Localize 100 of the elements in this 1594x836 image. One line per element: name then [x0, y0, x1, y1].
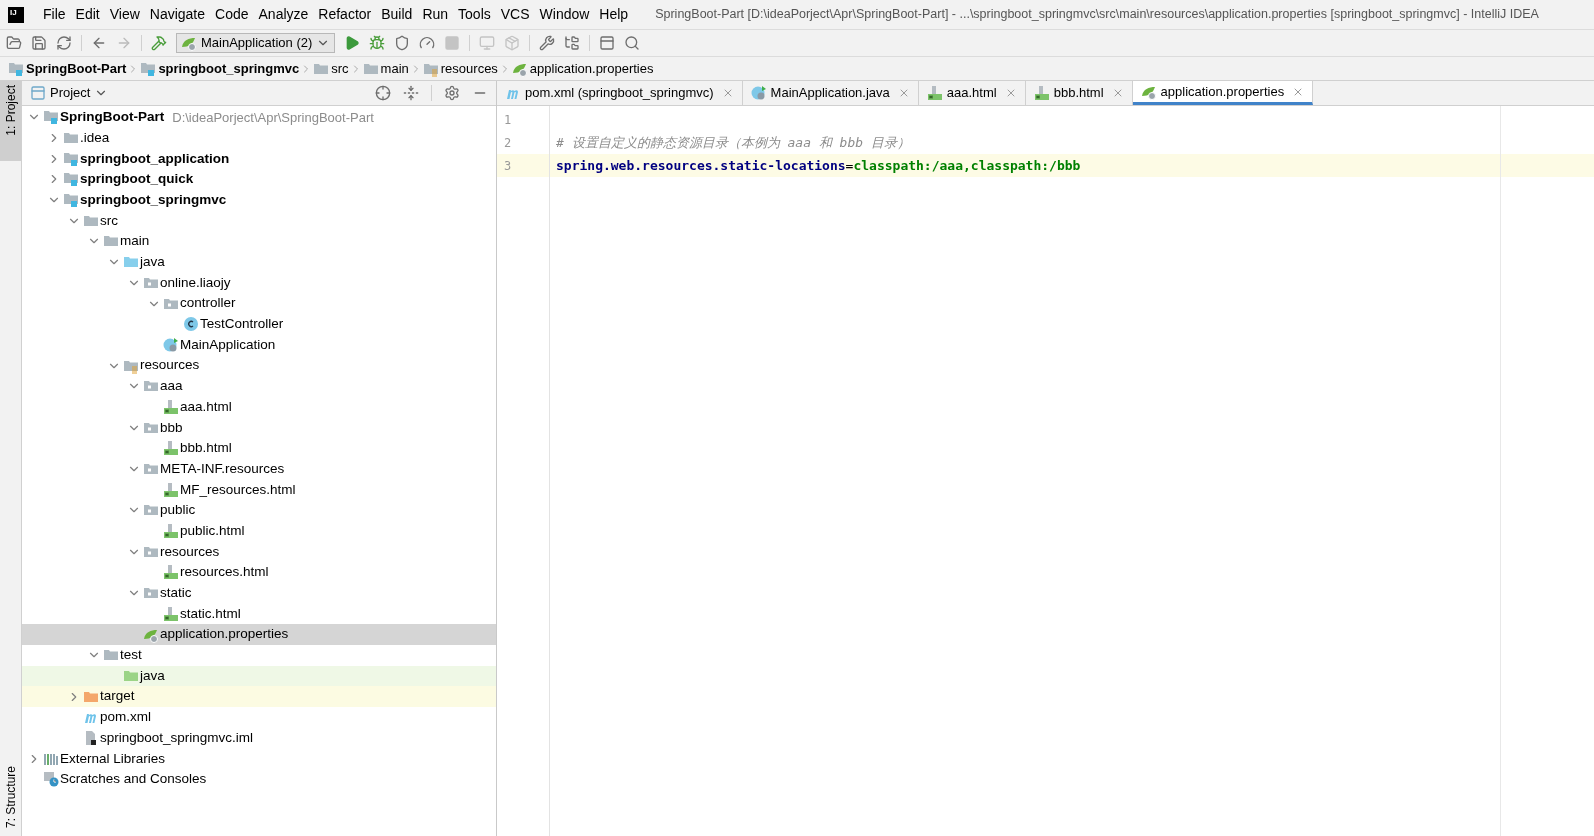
- code-token: classpath:/aaa,classpath:/bbb: [853, 156, 1081, 175]
- save-icon[interactable]: [31, 35, 47, 51]
- tree-item[interactable]: public: [22, 500, 496, 521]
- tree-item[interactable]: MainApplication: [22, 334, 496, 356]
- tree-item[interactable]: resources.html: [22, 562, 496, 583]
- back-icon[interactable]: [91, 35, 107, 51]
- tree-item[interactable]: static.html: [22, 603, 496, 625]
- menu-item[interactable]: VCS: [495, 4, 535, 25]
- tree-item[interactable]: springboot_application: [22, 148, 496, 170]
- refresh-icon[interactable]: [56, 35, 72, 51]
- tree-item-label: controller: [180, 294, 236, 313]
- structure-tool-tab[interactable]: 7: Structure: [0, 757, 21, 836]
- window-icon[interactable]: [599, 35, 616, 51]
- debug-icon[interactable]: [369, 35, 386, 51]
- breadcrumb[interactable]: application.properties: [511, 58, 654, 79]
- editor-tab[interactable]: application.properties: [1132, 81, 1314, 105]
- panel-icon: [30, 85, 46, 101]
- menu-item[interactable]: Edit: [70, 4, 105, 25]
- spring-leaf-icon: [181, 35, 197, 51]
- tree-item[interactable]: aaa: [22, 375, 496, 397]
- breadcrumb[interactable]: resources: [422, 58, 498, 79]
- settings-icon[interactable]: [444, 85, 460, 101]
- tree-item[interactable]: META-INF.resources: [22, 458, 496, 480]
- menu-item[interactable]: Navigate: [144, 4, 211, 25]
- wrench-icon[interactable]: [539, 35, 556, 51]
- html-file-icon: [163, 398, 179, 415]
- tree-item[interactable]: online.liaojy: [22, 272, 496, 294]
- menu-item[interactable]: Analyze: [253, 4, 314, 25]
- editor-tab[interactable]: aaa.html: [918, 81, 1026, 105]
- tree-item[interactable]: springboot_springmvc: [22, 189, 496, 211]
- tree-item[interactable]: java: [22, 665, 496, 687]
- profile-icon[interactable]: [419, 35, 436, 51]
- tree-item-label: SpringBoot-Part: [60, 108, 165, 127]
- project-view-dropdown[interactable]: Project: [30, 83, 109, 103]
- tree-item[interactable]: public.html: [22, 520, 496, 542]
- editor-tab[interactable]: MainApplication.java: [742, 81, 919, 105]
- tree-item[interactable]: resources: [22, 541, 496, 563]
- tree-item[interactable]: .idea: [22, 127, 496, 149]
- breadcrumb[interactable]: src: [313, 58, 349, 79]
- tree-item[interactable]: pom.xml: [22, 706, 496, 728]
- tree-item[interactable]: TestController: [22, 313, 496, 335]
- tree-item[interactable]: bbb.html: [22, 438, 496, 459]
- breadcrumb[interactable]: main: [362, 58, 409, 79]
- hammer-icon[interactable]: [151, 35, 167, 51]
- menu-item[interactable]: File: [38, 4, 71, 25]
- tree-item[interactable]: src: [22, 210, 496, 232]
- menu-item[interactable]: Help: [594, 4, 634, 25]
- tree-item-label: resources: [160, 542, 220, 561]
- module-folder-icon: [43, 109, 59, 126]
- tree-item-label: application.properties: [160, 625, 289, 644]
- tree-item-label: resources.html: [180, 563, 269, 582]
- tree-item[interactable]: static: [22, 582, 496, 604]
- tree-item[interactable]: java: [22, 251, 496, 273]
- tree-item[interactable]: test: [22, 644, 496, 666]
- editor-tab[interactable]: pom.xml (springboot_springmvc): [497, 81, 743, 105]
- tree-item-label: static: [160, 584, 192, 603]
- tree-item[interactable]: MF_resources.html: [22, 479, 496, 501]
- tree-item[interactable]: aaa.html: [22, 396, 496, 418]
- tree-item[interactable]: springboot_quick: [22, 169, 496, 190]
- coverage-icon[interactable]: [394, 35, 411, 51]
- tree-item[interactable]: springboot_springmvc.iml: [22, 727, 496, 749]
- locate-icon[interactable]: [375, 85, 391, 101]
- tree-item[interactable]: resources: [22, 355, 496, 376]
- tree-item[interactable]: target: [22, 686, 496, 707]
- project-tool-tab[interactable]: 1: Project: [0, 81, 21, 161]
- breadcrumb[interactable]: springboot_springmvc: [140, 58, 300, 79]
- tree-item-label: External Libraries: [60, 749, 166, 768]
- html-file-icon: [163, 605, 179, 622]
- spring-class-icon: [163, 336, 179, 353]
- menu-item[interactable]: Code: [210, 4, 254, 25]
- tree-item[interactable]: application.properties: [22, 624, 496, 645]
- module-folder-icon: [63, 150, 79, 167]
- menu-item[interactable]: Tools: [453, 4, 496, 25]
- search-icon[interactable]: [624, 35, 641, 51]
- open-icon[interactable]: [6, 35, 22, 51]
- run-icon[interactable]: [344, 35, 361, 51]
- tree-item-label: bbb: [160, 418, 183, 437]
- tree-item[interactable]: bbb: [22, 417, 496, 438]
- collapse-icon[interactable]: [403, 85, 419, 101]
- tree-item[interactable]: controller: [22, 293, 496, 314]
- tree-item-label: .idea: [80, 128, 110, 147]
- tree-item[interactable]: External Libraries: [22, 748, 496, 769]
- menu-item[interactable]: Refactor: [313, 4, 377, 25]
- tree-item[interactable]: main: [22, 231, 496, 252]
- breadcrumb[interactable]: SpringBoot-Part: [8, 58, 127, 79]
- code-token: spring.web.resources.static-locations: [556, 156, 846, 175]
- menu-item[interactable]: View: [104, 4, 145, 25]
- line-number: 1: [503, 111, 513, 129]
- line-number: 2: [503, 134, 513, 152]
- menu-item[interactable]: Build: [376, 4, 418, 25]
- tree-item-label: static.html: [180, 604, 241, 623]
- tree-item[interactable]: Scratches and Consoles: [22, 769, 496, 790]
- editor-tab[interactable]: bbb.html: [1025, 81, 1133, 105]
- run-configuration-dropdown[interactable]: MainApplication (2): [176, 33, 336, 53]
- menu-item[interactable]: Run: [417, 4, 454, 25]
- project-structure-icon[interactable]: [564, 35, 581, 51]
- code-comment: # 设置自定义的静态资源目录（本例为 aaa 和 bbb 目录）: [556, 133, 910, 152]
- tree-item-label: springboot_quick: [80, 170, 194, 189]
- menu-item[interactable]: Window: [534, 4, 595, 25]
- tree-item[interactable]: SpringBoot-Part D:\ideaPorject\Apr\SpringBoot-Part: [22, 107, 496, 128]
